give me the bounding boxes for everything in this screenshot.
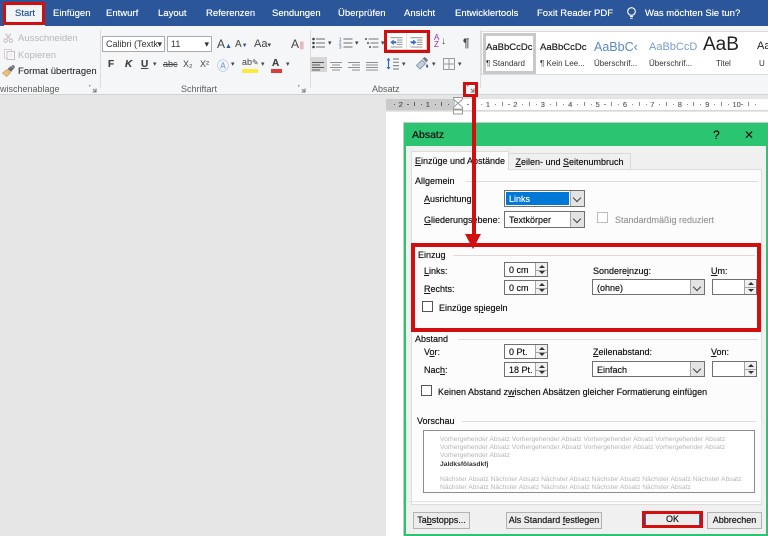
svg-text:3: 3 [339, 45, 342, 50]
